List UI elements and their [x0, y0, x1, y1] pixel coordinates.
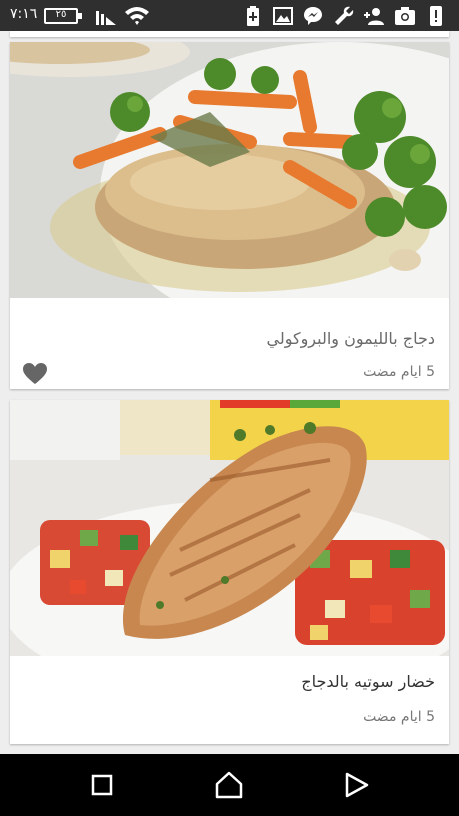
camera-icon: [395, 7, 415, 25]
favorite-heart-icon[interactable]: [22, 362, 48, 386]
recipe-card[interactable]: دجاج بالليمون والبروكولي 5 ايام مضت: [10, 42, 449, 389]
home-button[interactable]: [214, 770, 244, 800]
recipe-title[interactable]: خضار سوتيه بالدجاج: [301, 672, 435, 691]
battery-icon: ٢٥: [44, 8, 82, 24]
status-bar: ٧:١٦ ٢٥: [0, 0, 459, 31]
back-button[interactable]: [342, 770, 372, 800]
navigation-bar: [0, 754, 459, 816]
signal-icon: [96, 11, 116, 25]
wifi-icon: [125, 7, 149, 25]
recipe-time-ago: 5 ايام مضت: [363, 709, 435, 725]
recipe-card-previous[interactable]: [10, 31, 449, 37]
recipe-title[interactable]: دجاج بالليمون والبروكولي: [266, 329, 435, 348]
recipe-image[interactable]: [10, 400, 449, 656]
battery-level: ٢٥: [55, 9, 67, 20]
add-person-icon: [364, 8, 384, 25]
recipe-time-ago: 5 ايام مضت: [363, 364, 435, 380]
wrench-icon: [335, 6, 354, 26]
status-time: ٧:١٦: [10, 6, 38, 22]
recipe-card[interactable]: خضار سوتيه بالدجاج 5 ايام مضت: [10, 400, 449, 744]
recipe-feed[interactable]: دجاج بالليمون والبروكولي 5 ايام مضت خضار…: [0, 31, 459, 754]
recents-button[interactable]: [87, 770, 117, 800]
messenger-icon: [304, 7, 322, 25]
image-icon: [273, 7, 293, 25]
alert-icon: [430, 6, 442, 26]
recipe-image[interactable]: [10, 42, 449, 298]
battery-saver-icon: [247, 6, 259, 26]
